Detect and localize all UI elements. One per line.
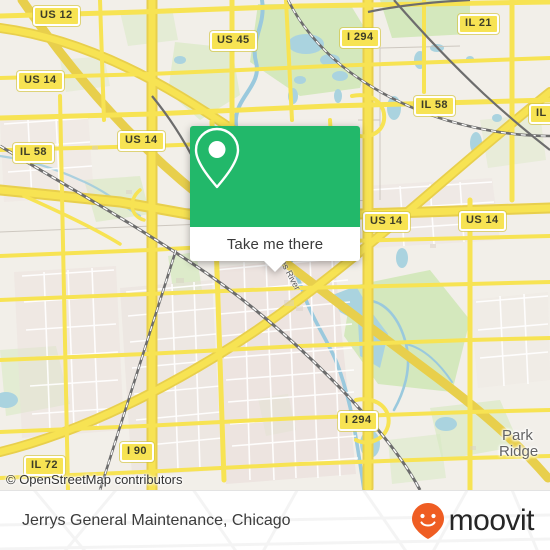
poi-title: Jerrys General Maintenance, Chicago: [22, 512, 291, 529]
map-screenshot: US 12 US 45 I 294 IL 21 US 14 IL 58 IL 2…: [0, 0, 550, 550]
callout-footer[interactable]: Take me there: [190, 227, 360, 272]
road-shield[interactable]: IL 21: [458, 14, 499, 34]
callout-tail-pointer: [264, 261, 286, 272]
road-shield[interactable]: US 14: [459, 211, 506, 231]
road-shield[interactable]: US 14: [17, 71, 64, 91]
road-shield[interactable]: I 90: [120, 442, 154, 462]
road-shield[interactable]: I 294: [340, 28, 381, 48]
map-pin-icon: [194, 127, 240, 189]
road-shield[interactable]: US 14: [118, 131, 165, 151]
bottom-info-bar: Jerrys General Maintenance, Chicago moov…: [0, 490, 550, 550]
road-shield[interactable]: US 45: [210, 31, 257, 51]
road-shield[interactable]: IL 58: [13, 143, 54, 163]
moovit-wordmark: moovit: [448, 504, 535, 537]
road-shield[interactable]: I 294: [338, 411, 379, 431]
moovit-smiley-pin-icon: [411, 503, 444, 539]
map-canvas[interactable]: US 12 US 45 I 294 IL 21 US 14 IL 58 IL 2…: [0, 0, 550, 490]
take-me-there-label: Take me there: [226, 235, 324, 253]
osm-attribution[interactable]: © OpenStreetMap contributors: [6, 472, 183, 487]
road-shield[interactable]: US 12: [33, 6, 80, 26]
place-label-park-ridge-line2: Ridge: [499, 443, 539, 460]
road-shield[interactable]: IL 58: [414, 96, 455, 116]
location-callout-card[interactable]: Take me there: [190, 126, 360, 272]
moovit-brand[interactable]: moovit: [411, 502, 535, 540]
road-shield[interactable]: IL 2: [529, 104, 550, 124]
callout-header: [190, 126, 360, 227]
place-label-park-ridge-line1: Park: [502, 427, 533, 444]
road-shield[interactable]: US 14: [363, 212, 410, 232]
